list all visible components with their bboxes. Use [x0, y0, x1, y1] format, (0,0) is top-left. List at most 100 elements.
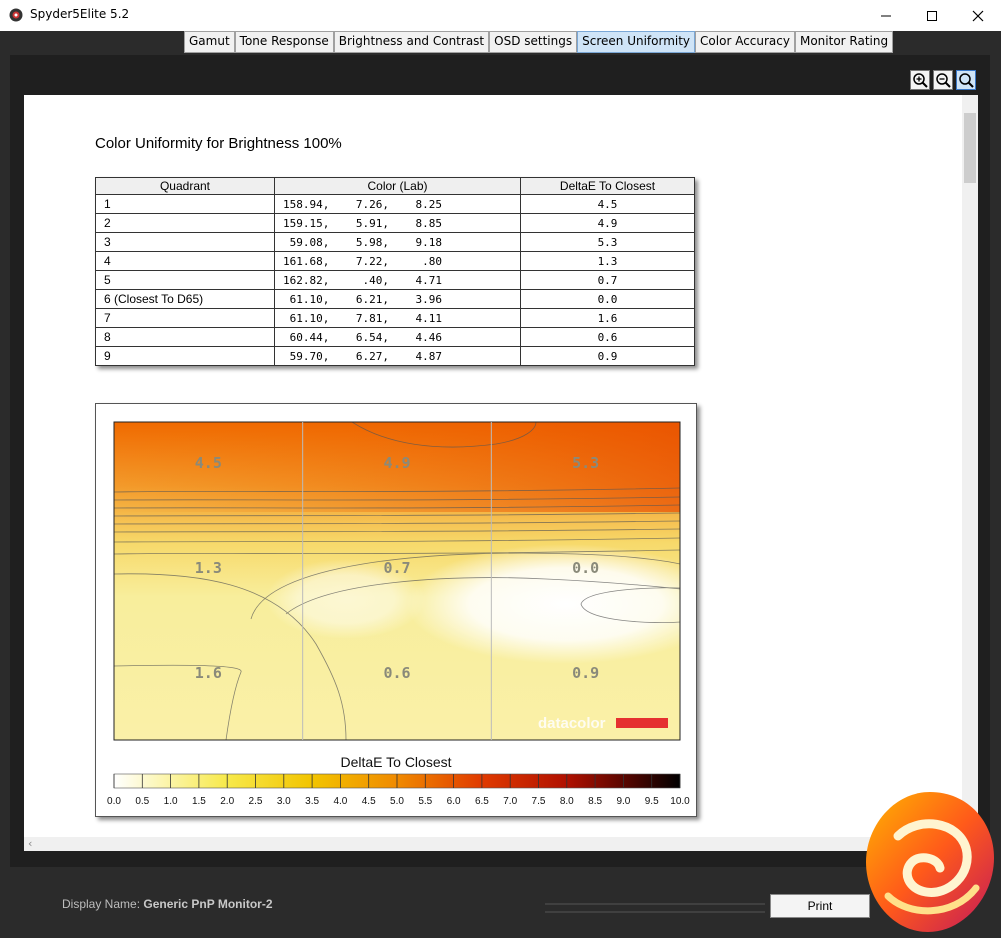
scale-tick-label: 7.5	[532, 796, 546, 807]
tab-bar: Gamut Tone Response Brightness and Contr…	[0, 31, 1001, 55]
magnifier-icon	[959, 73, 974, 88]
print-button[interactable]: Print	[770, 894, 870, 918]
cell-lab: 158.94, 7.26, 8.25	[274, 194, 521, 214]
zoom-in-icon	[913, 73, 928, 88]
cell-deltae: 0.6	[520, 327, 695, 347]
scale-tick-label: 3.0	[277, 796, 291, 807]
heatmap-cell-label: 5.3	[572, 454, 599, 472]
cell-lab: 161.68, 7.22, .80	[274, 251, 521, 271]
cell-quadrant: 4	[95, 251, 275, 271]
close-icon	[972, 10, 984, 21]
scale-tick-label: 6.0	[447, 796, 461, 807]
scale-tick-label: 4.5	[362, 796, 376, 807]
scale-tick-label: 1.5	[192, 796, 206, 807]
scale-tick-label: 5.5	[418, 796, 432, 807]
tab-screen-uniformity[interactable]: Screen Uniformity	[577, 31, 696, 53]
column-header-quadrant: Quadrant	[95, 177, 275, 195]
cell-lab: 159.15, 5.91, 8.85	[274, 213, 521, 233]
uniformity-table: Quadrant Color (Lab) DeltaE To Closest 1…	[95, 177, 695, 366]
cell-lab: 59.70, 6.27, 4.87	[274, 346, 521, 366]
minimize-icon	[881, 15, 891, 16]
scale-tick-label: 7.0	[503, 796, 517, 807]
scrollbar-thumb[interactable]	[964, 113, 976, 183]
scale-tick-label: 0.5	[135, 796, 149, 807]
zoom-in-button[interactable]	[910, 70, 930, 90]
display-name-value: Generic PnP Monitor-2	[143, 897, 273, 911]
cell-deltae: 4.9	[520, 213, 695, 233]
report-page: Color Uniformity for Brightness 100% Qua…	[24, 95, 964, 837]
horizontal-scrollbar[interactable]: ‹	[24, 837, 964, 851]
table-row: 1 158.94, 7.26, 8.25 4.5	[95, 194, 695, 214]
title-bar: Spyder5Elite 5.2	[0, 0, 1001, 31]
tab-tone-response[interactable]: Tone Response	[234, 31, 334, 53]
cell-deltae: 1.6	[520, 308, 695, 328]
close-button[interactable]	[955, 0, 1001, 31]
legend-title: DeltaE To Closest	[340, 754, 452, 770]
tab-gamut[interactable]: Gamut	[184, 31, 235, 53]
heatmap-cell-label: 4.5	[195, 454, 222, 472]
column-header-color-lab: Color (Lab)	[274, 177, 521, 195]
cell-quadrant: 6 (Closest To D65)	[95, 289, 275, 309]
display-name: Display Name: Generic PnP Monitor-2	[62, 897, 273, 911]
uniformity-heatmap: 4.5 4.9 5.3 1.3 0.7 0.0 1.6 0.6 0.9 datacolor	[113, 421, 681, 741]
cell-deltae: 0.9	[520, 346, 695, 366]
scale-tick-label: 9.0	[616, 796, 630, 807]
vertical-scrollbar[interactable]	[962, 95, 978, 837]
cell-lab: 61.10, 6.21, 3.96	[274, 289, 521, 309]
datacolor-logo-bar	[616, 718, 668, 728]
uniformity-chart: 4.5 4.9 5.3 1.3 0.7 0.0 1.6 0.6 0.9 datacolor De…	[95, 403, 697, 817]
scale-tick-label: 2.0	[220, 796, 234, 807]
cell-deltae: 1.3	[520, 251, 695, 271]
scale-tick-label: 4.0	[333, 796, 347, 807]
cell-lab: 60.44, 6.54, 4.46	[274, 327, 521, 347]
cell-quadrant: 5	[95, 270, 275, 290]
cell-deltae: 0.7	[520, 270, 695, 290]
heatmap-cell-label: 0.7	[383, 559, 410, 577]
cell-lab: 61.10, 7.81, 4.11	[274, 308, 521, 328]
scale-tick-label: 5.0	[390, 796, 404, 807]
tab-color-accuracy[interactable]: Color Accuracy	[695, 31, 795, 53]
zoom-out-button[interactable]	[933, 70, 953, 90]
table-row: 5 162.82, .40, 4.71 0.7	[95, 270, 695, 290]
table-row: 8 60.44, 6.54, 4.46 0.6	[95, 327, 695, 347]
cell-deltae: 0.0	[520, 289, 695, 309]
heatmap-cell-label: 0.9	[572, 664, 599, 682]
table-row: 9 59.70, 6.27, 4.87 0.9	[95, 346, 695, 366]
cell-quadrant: 2	[95, 213, 275, 233]
cell-lab: 162.82, .40, 4.71	[274, 270, 521, 290]
cell-quadrant: 9	[95, 346, 275, 366]
color-scale-legend: 0.0 0.5 1.0 1.5 2.0 2.5 3.0 3.5 4.0 4.5 5.0 5.5 6.0 6…	[107, 773, 690, 807]
scale-tick-label: 1.0	[164, 796, 178, 807]
scale-tick-label: 8.0	[560, 796, 574, 807]
table-row: 2 159.15, 5.91, 8.85 4.9	[95, 213, 695, 233]
maximize-button[interactable]	[909, 0, 955, 31]
tabs: Gamut Tone Response Brightness and Contr…	[184, 31, 894, 53]
scale-tick-label: 0.0	[107, 796, 121, 807]
datacolor-watermark: datacolor	[538, 715, 606, 732]
progress-lines	[545, 903, 765, 913]
cell-quadrant: 7	[95, 308, 275, 328]
display-name-label: Display Name:	[62, 897, 141, 911]
heatmap-cell-label: 1.3	[195, 559, 222, 577]
cell-lab: 59.08, 5.98, 9.18	[274, 232, 521, 252]
tab-osd-settings[interactable]: OSD settings	[489, 31, 578, 53]
scroll-left-icon[interactable]: ‹	[28, 837, 32, 850]
table-row: 4 161.68, 7.22, .80 1.3	[95, 251, 695, 271]
tab-monitor-rating[interactable]: Monitor Rating	[794, 31, 894, 53]
scale-tick-label: 6.5	[475, 796, 489, 807]
cell-quadrant: 1	[95, 194, 275, 214]
site-logo-icon	[866, 792, 994, 932]
cell-deltae: 4.5	[520, 194, 695, 214]
table-row: 7 61.10, 7.81, 4.11 1.6	[95, 308, 695, 328]
tab-brightness-contrast[interactable]: Brightness and Contrast	[333, 31, 490, 53]
window-title: Spyder5Elite 5.2	[30, 7, 130, 21]
column-header-deltae: DeltaE To Closest	[520, 177, 695, 195]
scale-tick-label: 10.0	[670, 796, 690, 807]
zoom-fit-button[interactable]	[956, 70, 976, 90]
cell-quadrant: 3	[95, 232, 275, 252]
minimize-button[interactable]	[863, 0, 909, 31]
scale-tick-label: 2.5	[249, 796, 263, 807]
scale-tick-label: 8.5	[588, 796, 602, 807]
heatmap-cell-label: 0.0	[572, 559, 599, 577]
heatmap-cell-label: 4.9	[383, 454, 410, 472]
